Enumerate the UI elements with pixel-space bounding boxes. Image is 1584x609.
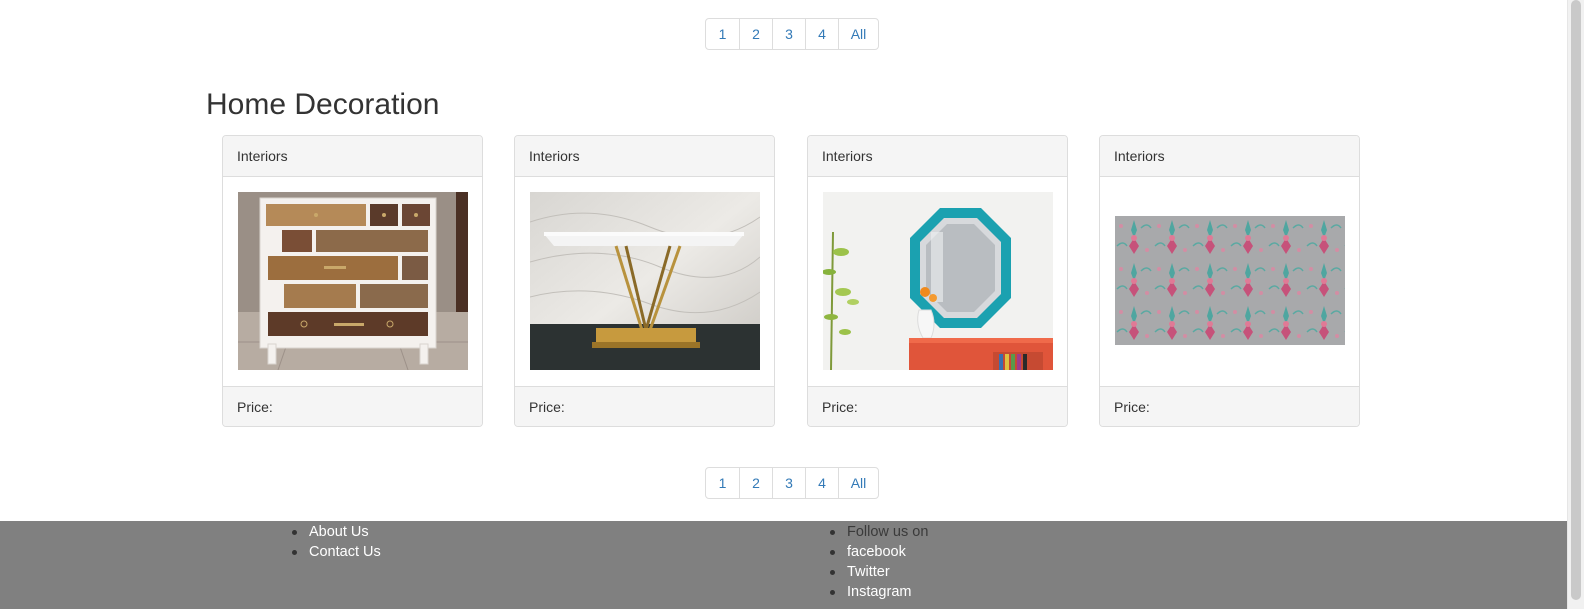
social-links: Follow us on facebook Twitter Instagram bbox=[830, 522, 928, 602]
card-price: Price: bbox=[808, 386, 1067, 426]
product-image-mirror[interactable] bbox=[823, 192, 1053, 370]
footer-link-item: Twitter bbox=[830, 562, 928, 582]
card-price: Price: bbox=[1100, 386, 1359, 426]
card-category: Interiors bbox=[515, 136, 774, 177]
footer-link-item: Contact Us bbox=[292, 542, 381, 562]
footer-link-item: Instagram bbox=[830, 582, 928, 602]
page-link-1[interactable]: 1 bbox=[706, 19, 739, 49]
footer-links: About Us Contact Us bbox=[292, 522, 381, 562]
page-link-4[interactable]: 4 bbox=[805, 468, 838, 498]
card-body bbox=[223, 177, 482, 386]
card-body bbox=[808, 177, 1067, 386]
pagination-bottom: 1 2 3 4 All bbox=[705, 467, 879, 499]
card-price: Price: bbox=[515, 386, 774, 426]
page-link-4[interactable]: 4 bbox=[805, 19, 838, 49]
page-scrollbar[interactable] bbox=[1567, 0, 1584, 609]
section-title: Home Decoration bbox=[206, 88, 440, 121]
scrollbar-thumb[interactable] bbox=[1571, 0, 1581, 600]
page-link-2[interactable]: 2 bbox=[739, 468, 772, 498]
page-link-2[interactable]: 2 bbox=[739, 19, 772, 49]
footer-link-item: facebook bbox=[830, 542, 928, 562]
follow-label: Follow us on bbox=[830, 522, 928, 542]
product-image-chest[interactable] bbox=[238, 192, 468, 370]
page-link-all[interactable]: All bbox=[838, 19, 878, 49]
footer-link-item: About Us bbox=[292, 522, 381, 542]
about-us-link[interactable]: About Us bbox=[309, 524, 369, 540]
page-link-3[interactable]: 3 bbox=[772, 468, 805, 498]
product-card[interactable]: Interiors Price: bbox=[514, 135, 775, 427]
product-card[interactable]: Interiors Price: bbox=[807, 135, 1068, 427]
card-category: Interiors bbox=[808, 136, 1067, 177]
product-image-wallpaper[interactable] bbox=[1115, 216, 1345, 345]
card-body bbox=[1100, 177, 1359, 386]
page-link-all[interactable]: All bbox=[838, 468, 878, 498]
page-link-1[interactable]: 1 bbox=[706, 468, 739, 498]
card-price: Price: bbox=[223, 386, 482, 426]
twitter-link[interactable]: Twitter bbox=[847, 564, 890, 580]
card-category: Interiors bbox=[223, 136, 482, 177]
product-card[interactable]: Interiors Price: bbox=[222, 135, 483, 427]
page-link-3[interactable]: 3 bbox=[772, 19, 805, 49]
instagram-link[interactable]: Instagram bbox=[847, 584, 911, 600]
facebook-link[interactable]: facebook bbox=[847, 544, 906, 560]
contact-us-link[interactable]: Contact Us bbox=[309, 544, 381, 560]
product-card[interactable]: Interiors Price: bbox=[1099, 135, 1360, 427]
product-image-console-table[interactable] bbox=[530, 192, 760, 370]
card-category: Interiors bbox=[1100, 136, 1359, 177]
site-footer: About Us Contact Us Follow us on faceboo… bbox=[0, 521, 1567, 609]
pagination-top: 1 2 3 4 All bbox=[705, 18, 879, 50]
card-body bbox=[515, 177, 774, 386]
